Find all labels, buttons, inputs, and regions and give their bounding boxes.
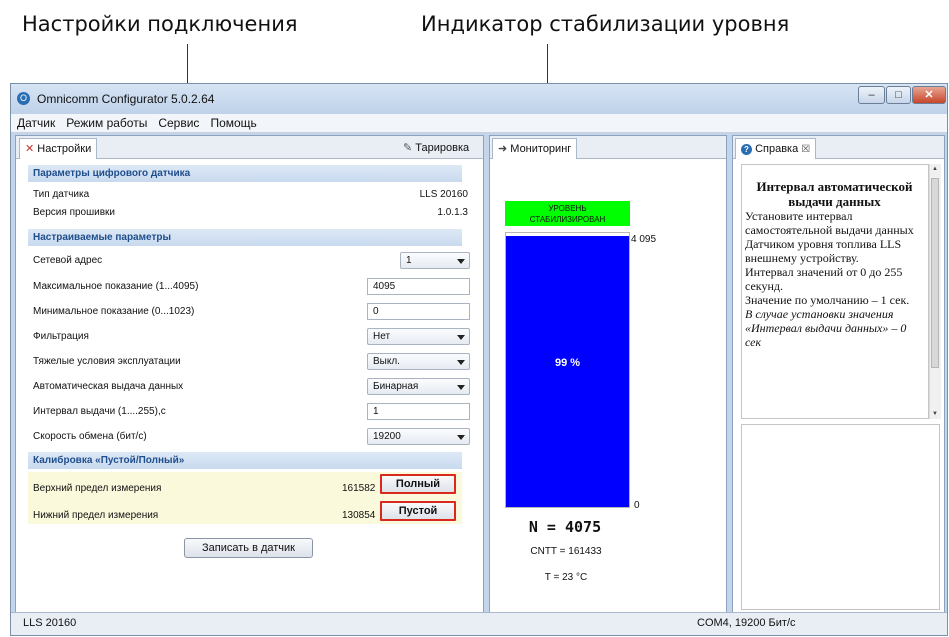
tab-monitoring[interactable]: ➜ Мониторинг [492, 138, 578, 159]
monitoring-tabstrip: ➜ Мониторинг [490, 136, 726, 159]
max-reading-label: Максимальное показание (1...4095) [33, 281, 199, 292]
help-paragraph-1: Установите интервал самостоятельной выда… [745, 209, 914, 265]
scroll-up-icon[interactable]: ▲ [932, 166, 938, 172]
upper-limit-label: Верхний предел измерения [33, 483, 162, 494]
chevron-down-icon [457, 335, 465, 340]
tab-help-label: Справка [755, 143, 799, 155]
lower-limit-value: 130854 [342, 510, 376, 521]
minimize-button[interactable]: – [858, 86, 885, 104]
callout-level-indicator: Индикатор стабилизации уровня [421, 12, 790, 36]
tab-settings-label: Настройки [37, 143, 92, 155]
help-lower-area [741, 424, 940, 610]
min-reading-label: Минимальное показание (0...1023) [33, 306, 195, 317]
status-port: COM4, 19200 Бит/с [697, 617, 796, 629]
scale-max-label: 4 095 [631, 234, 657, 245]
menu-help[interactable]: Помощь [204, 114, 261, 130]
help-paragraph-2: Интервал значений от 0 до 255 секунд. [745, 265, 903, 293]
speed-label: Скорость обмена (бит/с) [33, 431, 147, 442]
empty-button[interactable]: Пустой [380, 501, 456, 521]
window-title: Omnicomm Configurator 5.0.2.64 [37, 92, 215, 106]
level-status-indicator: УРОВЕНЬ СТАБИЛИЗИРОВАН [505, 201, 630, 226]
temperature-value: T = 23 °C [544, 572, 588, 583]
max-reading-input[interactable]: 4095 [367, 278, 470, 295]
chevron-down-icon [457, 360, 465, 365]
tab-settings[interactable]: ✕ Настройки [19, 138, 98, 159]
menu-mode[interactable]: Режим работы [60, 114, 152, 130]
scroll-thumb[interactable] [931, 178, 939, 368]
help-title: Интервал автоматической выдачи данных [756, 179, 913, 209]
help-panel: ? Справка ☒ Интервал автоматической выда… [732, 135, 945, 615]
sensor-type-value: LLS 20160 [419, 189, 468, 200]
level-fill [506, 235, 629, 507]
filter-label: Фильтрация [33, 331, 89, 342]
level-status-line1: УРОВЕНЬ [548, 204, 587, 213]
help-icon: ? [741, 144, 752, 155]
help-tabstrip: ? Справка ☒ [733, 136, 944, 159]
settings-panel: ✕ Настройки ✎ Тарировка Параметры цифров… [15, 135, 484, 615]
help-content: Интервал автоматической выдачи данных Ус… [741, 164, 929, 419]
section-configurable-params: Настраиваемые параметры [28, 229, 462, 246]
min-reading-input[interactable]: 0 [367, 303, 470, 320]
menu-service[interactable]: Сервис [152, 114, 204, 130]
firmware-value: 1.0.1.3 [437, 207, 468, 218]
upper-limit-value: 161582 [342, 483, 376, 494]
filter-value: Нет [373, 331, 391, 342]
tools-icon: ✕ [25, 143, 35, 155]
status-bar: LLS 20160 COM4, 19200 Бит/с [11, 612, 947, 635]
level-gauge: 99 % [505, 232, 630, 508]
help-paragraph-3: Значение по умолчанию – 1 сек. [745, 293, 910, 307]
heavy-conditions-value: Выкл. [373, 356, 400, 367]
callout-connection-settings: Настройки подключения [22, 12, 298, 36]
full-button[interactable]: Полный [380, 474, 456, 494]
section-digital-params: Параметры цифрового датчика [28, 165, 462, 182]
n-value: N = 4075 [528, 518, 602, 536]
interval-input[interactable]: 1 [367, 403, 470, 420]
calibration-icon: ✎ [403, 142, 413, 154]
close-icon[interactable]: ☒ [801, 144, 810, 155]
status-device: LLS 20160 [23, 617, 77, 629]
app-icon: O [17, 92, 30, 105]
help-scrollbar[interactable]: ▲ ▼ [929, 164, 941, 419]
network-address-label: Сетевой адрес [33, 255, 103, 266]
filter-select[interactable]: Нет [367, 328, 470, 345]
heavy-conditions-label: Тяжелые условия эксплуатации [33, 356, 181, 367]
scroll-down-icon[interactable]: ▼ [932, 411, 938, 417]
monitoring-icon: ➜ [498, 143, 508, 155]
tab-help[interactable]: ? Справка ☒ [735, 138, 817, 159]
write-to-sensor-button[interactable]: Записать в датчик [184, 538, 313, 558]
settings-tabstrip: ✕ Настройки ✎ Тарировка [16, 136, 483, 159]
chevron-down-icon [457, 385, 465, 390]
help-paragraph-4: В случае установки значения «Интервал вы… [745, 307, 907, 349]
maximize-button[interactable]: □ [886, 86, 911, 104]
auto-output-select[interactable]: Бинарная [367, 378, 470, 395]
cntt-value: CNTT = 161433 [530, 546, 602, 557]
app-window: O Omnicomm Configurator 5.0.2.64 – □ ✕ Д… [10, 83, 948, 636]
level-percent: 99 % [554, 357, 581, 369]
firmware-label: Версия прошивки [33, 207, 115, 218]
monitoring-panel: ➜ Мониторинг УРОВЕНЬ СТАБИЛИЗИРОВАН 99 %… [489, 135, 727, 615]
heavy-conditions-select[interactable]: Выкл. [367, 353, 470, 370]
speed-select[interactable]: 19200 [367, 428, 470, 445]
auto-output-label: Автоматическая выдача данных [33, 381, 184, 392]
chevron-down-icon [457, 435, 465, 440]
network-address-value: 1 [406, 255, 412, 266]
scale-min-label: 0 [634, 500, 640, 511]
network-address-select[interactable]: 1 [400, 252, 470, 269]
menu-sensor[interactable]: Датчик [11, 114, 60, 130]
speed-value: 19200 [373, 431, 401, 442]
chevron-down-icon [457, 259, 465, 264]
level-status-line2: СТАБИЛИЗИРОВАН [529, 215, 606, 224]
interval-label: Интервал выдачи (1....255),с [33, 406, 166, 417]
title-bar: O Omnicomm Configurator 5.0.2.64 – □ ✕ [11, 84, 947, 114]
section-calibration: Калибровка «Пустой/Полный» [28, 452, 462, 469]
tab-monitoring-label: Мониторинг [510, 143, 572, 155]
menu-bar: Датчик Режим работы Сервис Помощь [11, 114, 947, 133]
auto-output-value: Бинарная [373, 381, 419, 392]
tab-calibration[interactable]: ✎ Тарировка [403, 138, 469, 158]
tab-calibration-label: Тарировка [415, 142, 470, 154]
sensor-type-label: Тип датчика [33, 189, 90, 200]
lower-limit-label: Нижний предел измерения [33, 510, 159, 521]
close-button[interactable]: ✕ [912, 86, 946, 104]
